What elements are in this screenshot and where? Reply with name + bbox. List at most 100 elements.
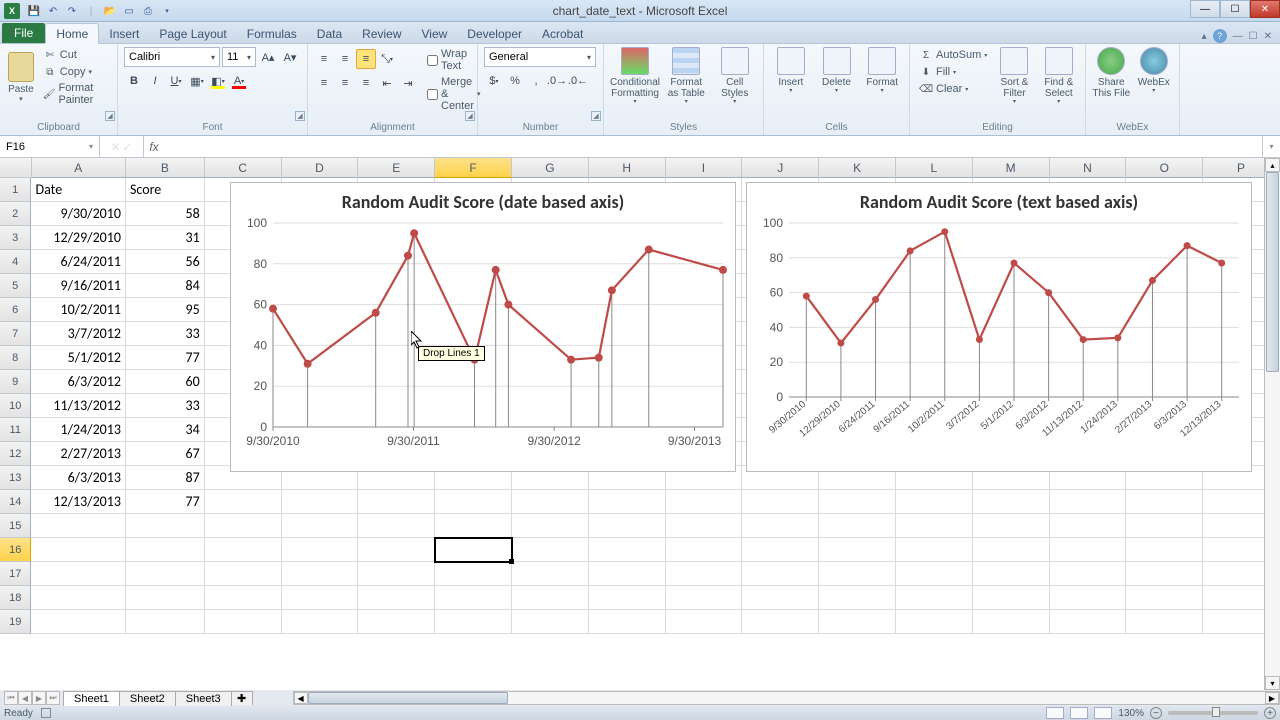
col-header-A[interactable]: A [32, 158, 127, 178]
cell-E16[interactable] [358, 538, 435, 562]
minimize-button[interactable]: — [1190, 0, 1220, 18]
new-sheet-button[interactable]: ✚ [231, 691, 253, 705]
format-painter-button[interactable]: 🖌Format Painter [40, 81, 111, 107]
scroll-thumb[interactable] [1266, 172, 1279, 372]
cell-G14[interactable] [512, 490, 589, 514]
tab-review[interactable]: Review [352, 24, 411, 43]
scroll-down-icon[interactable]: ▾ [1265, 676, 1280, 690]
align-middle-button[interactable]: ≡ [335, 49, 355, 69]
row-header-11[interactable]: 11 [0, 418, 31, 442]
cell-D17[interactable] [282, 562, 359, 586]
zoom-slider[interactable] [1168, 711, 1258, 715]
row-header-6[interactable]: 6 [0, 298, 31, 322]
cell-D16[interactable] [282, 538, 359, 562]
cell-B9[interactable]: 60 [126, 370, 205, 394]
font-name-combo[interactable]: Calibri▾ [124, 47, 220, 67]
enter-formula-icon[interactable]: ✓ [123, 140, 133, 154]
cell-M14[interactable] [973, 490, 1050, 514]
col-header-H[interactable]: H [589, 158, 666, 178]
cell-B1[interactable]: Score [126, 178, 205, 202]
cell-D14[interactable] [282, 490, 359, 514]
col-header-K[interactable]: K [819, 158, 896, 178]
doc-minimize-icon[interactable]: — [1233, 31, 1243, 42]
cell-A1[interactable]: Date [31, 178, 126, 202]
cell-B2[interactable]: 58 [126, 202, 205, 226]
italic-button[interactable]: I [145, 71, 165, 91]
row-header-17[interactable]: 17 [0, 562, 31, 586]
col-header-G[interactable]: G [512, 158, 589, 178]
tab-home[interactable]: Home [45, 23, 99, 44]
col-header-J[interactable]: J [742, 158, 819, 178]
cell-K18[interactable] [819, 586, 896, 610]
cell-F18[interactable] [435, 586, 512, 610]
doc-close-icon[interactable]: ✕ [1264, 31, 1272, 42]
cell-M15[interactable] [973, 514, 1050, 538]
paste-button[interactable]: Paste ▾ [6, 47, 36, 107]
align-top-button[interactable]: ≡ [314, 49, 334, 69]
cell-I16[interactable] [666, 538, 743, 562]
col-header-B[interactable]: B [126, 158, 205, 178]
page-break-view-button[interactable] [1094, 707, 1112, 719]
scroll-up-icon[interactable]: ▴ [1265, 158, 1280, 172]
cell-L16[interactable] [896, 538, 973, 562]
clipboard-dialog-launcher[interactable]: ◢ [105, 111, 115, 121]
cell-G17[interactable] [512, 562, 589, 586]
border-button[interactable]: ▦▾ [187, 71, 207, 91]
cell-H15[interactable] [589, 514, 666, 538]
cell-B12[interactable]: 67 [126, 442, 205, 466]
fill-color-button[interactable]: ◧▾ [208, 71, 228, 91]
cell-J17[interactable] [742, 562, 819, 586]
orientation-button[interactable]: ⤡▾ [377, 49, 397, 69]
qat-print-icon[interactable]: ⎙ [140, 3, 156, 19]
cell-B5[interactable]: 84 [126, 274, 205, 298]
help-icon[interactable]: ? [1213, 29, 1227, 43]
cancel-formula-icon[interactable]: ✕ [110, 140, 120, 154]
cell-A6[interactable]: 10/2/2011 [31, 298, 126, 322]
cell-K19[interactable] [819, 610, 896, 634]
cell-E15[interactable] [358, 514, 435, 538]
shrink-font-button[interactable]: A▾ [280, 47, 300, 67]
close-button[interactable]: ✕ [1250, 0, 1280, 18]
cell-N16[interactable] [1050, 538, 1127, 562]
row-header-7[interactable]: 7 [0, 322, 31, 346]
cell-E14[interactable] [358, 490, 435, 514]
grow-font-button[interactable]: A▴ [258, 47, 278, 67]
row-header-16[interactable]: 16 [0, 538, 31, 562]
cell-B8[interactable]: 77 [126, 346, 205, 370]
cell-E19[interactable] [358, 610, 435, 634]
cell-N18[interactable] [1050, 586, 1127, 610]
align-center-button[interactable]: ≡ [335, 73, 355, 93]
tab-insert[interactable]: Insert [99, 24, 149, 43]
row-header-19[interactable]: 19 [0, 610, 31, 634]
cell-B19[interactable] [126, 610, 205, 634]
cell-A19[interactable] [31, 610, 126, 634]
cell-A15[interactable] [31, 514, 126, 538]
formula-input[interactable] [164, 136, 1262, 157]
cell-B3[interactable]: 31 [126, 226, 205, 250]
cell-O14[interactable] [1126, 490, 1203, 514]
tab-page-layout[interactable]: Page Layout [149, 24, 236, 43]
col-header-F[interactable]: F [435, 158, 512, 178]
insert-cells-button[interactable]: Insert▾ [770, 47, 812, 95]
cell-L15[interactable] [896, 514, 973, 538]
cell-B11[interactable]: 34 [126, 418, 205, 442]
cell-I14[interactable] [666, 490, 743, 514]
cell-H18[interactable] [589, 586, 666, 610]
format-cells-button[interactable]: Format▾ [861, 47, 903, 95]
fx-icon[interactable]: fx [144, 136, 164, 157]
tab-view[interactable]: View [412, 24, 458, 43]
doc-restore-icon[interactable]: ☐ [1249, 31, 1258, 42]
cell-O15[interactable] [1126, 514, 1203, 538]
scroll-right-icon[interactable]: ▶ [1265, 692, 1279, 704]
tab-formulas[interactable]: Formulas [237, 24, 307, 43]
cell-F14[interactable] [435, 490, 512, 514]
row-header-5[interactable]: 5 [0, 274, 31, 298]
cell-G16[interactable] [512, 538, 589, 562]
cell-K17[interactable] [819, 562, 896, 586]
cell-D19[interactable] [282, 610, 359, 634]
cell-J15[interactable] [742, 514, 819, 538]
clear-button[interactable]: ⌫Clear▾ [916, 81, 990, 97]
normal-view-button[interactable] [1046, 707, 1064, 719]
col-header-M[interactable]: M [973, 158, 1050, 178]
cell-K16[interactable] [819, 538, 896, 562]
